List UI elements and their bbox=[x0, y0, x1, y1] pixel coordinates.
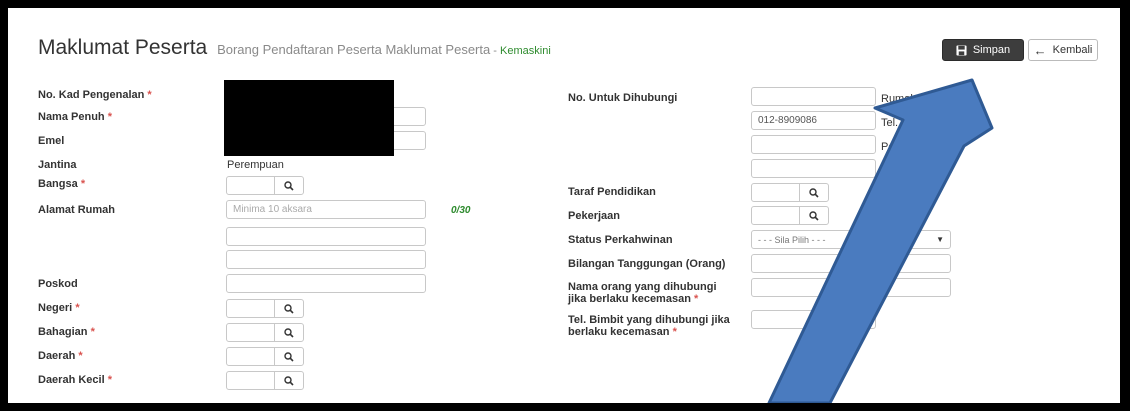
page-frame: Maklumat Peserta Borang Pendaftaran Pese… bbox=[8, 8, 1120, 403]
annotation-arrow-icon bbox=[767, 78, 994, 403]
